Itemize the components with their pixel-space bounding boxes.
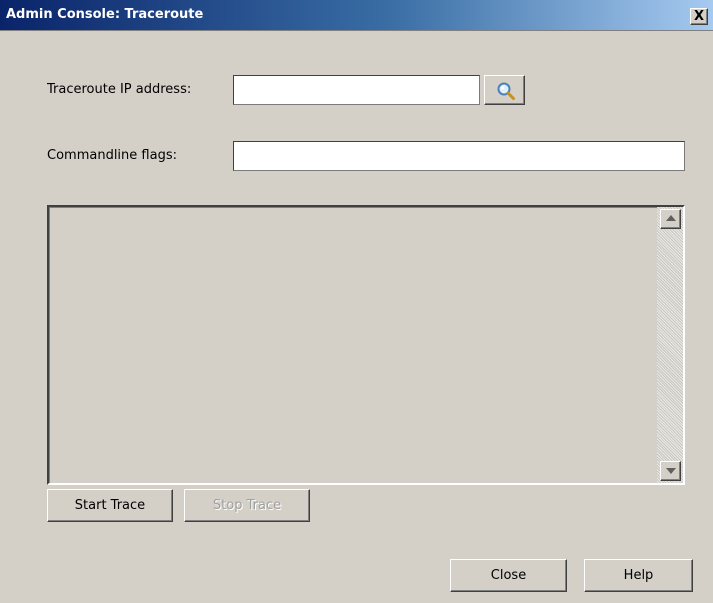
close-button[interactable]: Close — [450, 559, 567, 592]
scroll-down-button[interactable] — [660, 461, 681, 481]
arrow-down-icon — [666, 468, 676, 474]
arrow-up-icon — [666, 215, 676, 221]
commandline-flags-input[interactable] — [233, 141, 685, 171]
help-button[interactable]: Help — [584, 559, 693, 592]
magnifier-icon — [497, 82, 515, 100]
commandline-flags-label: Commandline flags: — [47, 148, 177, 163]
window-title: Admin Console: Traceroute — [6, 7, 204, 22]
ip-address-label: Traceroute IP address: — [47, 82, 192, 97]
ip-address-input[interactable] — [233, 75, 480, 105]
trace-output-area[interactable] — [47, 205, 685, 485]
scroll-up-button[interactable] — [660, 209, 681, 229]
window-close-button[interactable]: X — [690, 8, 708, 25]
lookup-button[interactable] — [484, 75, 525, 105]
start-trace-button[interactable]: Start Trace — [47, 489, 173, 522]
title-bar: Admin Console: Traceroute X — [0, 0, 713, 31]
output-scrollbar[interactable] — [657, 207, 683, 483]
stop-trace-button[interactable]: Stop Trace — [184, 489, 310, 522]
